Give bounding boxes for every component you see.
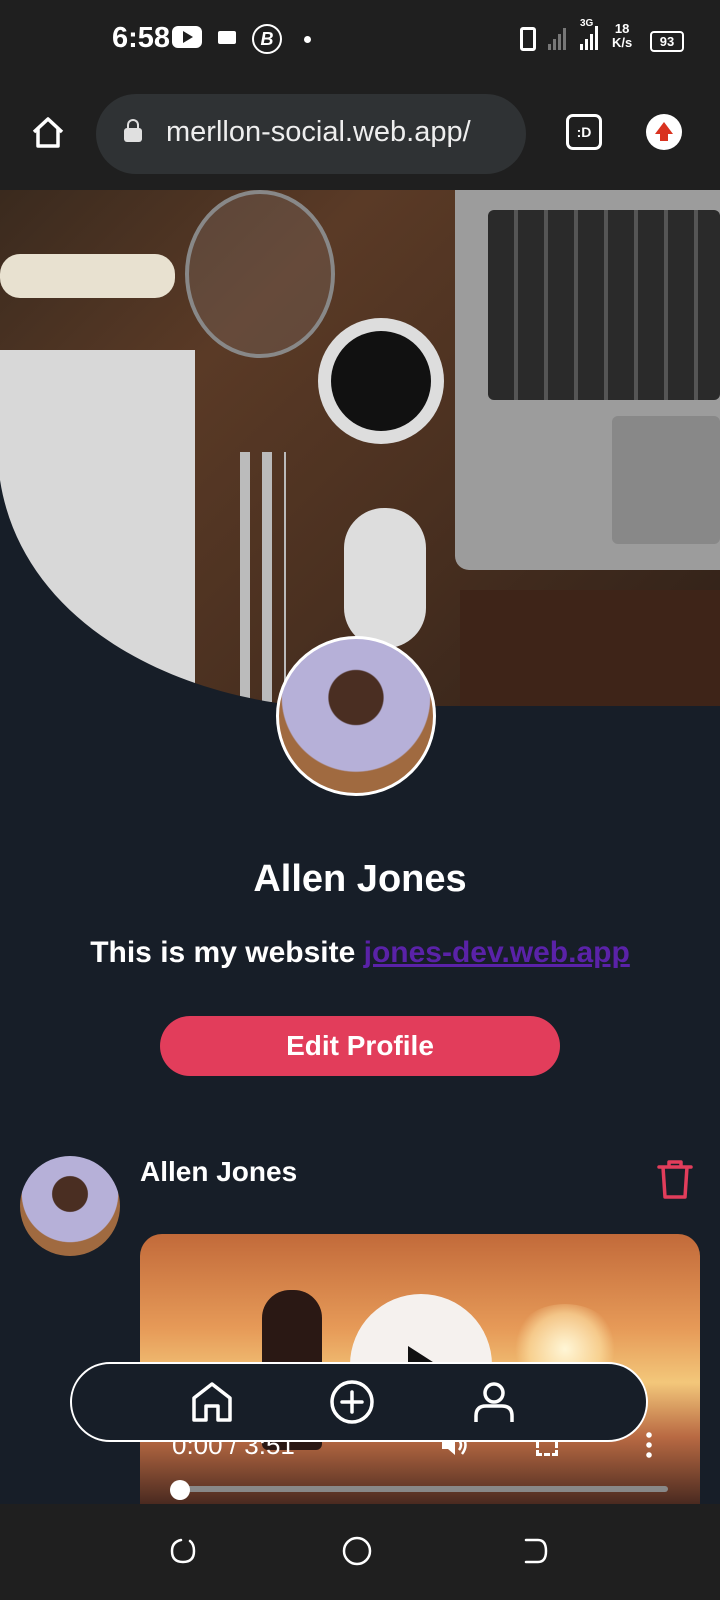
cover-image <box>0 190 720 706</box>
edit-profile-button[interactable]: Edit Profile <box>160 1016 560 1076</box>
message-icon <box>218 31 236 44</box>
bottom-nav <box>70 1362 648 1442</box>
home-icon[interactable] <box>188 1378 236 1426</box>
network-speed: 18 K/s <box>612 21 633 50</box>
home-circle-icon[interactable] <box>342 1536 372 1566</box>
profile-bio: This is my website jones-dev.web.app <box>0 936 720 970</box>
trash-icon[interactable] <box>656 1158 694 1200</box>
youtube-icon <box>172 26 202 48</box>
tabs-icon[interactable]: :D <box>566 114 602 150</box>
dot-icon <box>304 36 311 43</box>
bitcoin-icon: B <box>252 24 282 54</box>
system-nav-bar <box>0 1504 720 1600</box>
back-icon[interactable] <box>520 1536 550 1566</box>
network-type: 3G <box>580 18 594 29</box>
lock-icon <box>124 119 142 142</box>
status-time: 6:58 <box>112 22 171 54</box>
bio-link[interactable]: jones-dev.web.app <box>364 936 630 969</box>
post-avatar[interactable] <box>20 1156 120 1256</box>
profile-name: Allen Jones <box>253 858 467 900</box>
browser-toolbar: merllon-social.web.app/ :D <box>0 80 720 190</box>
post-author[interactable]: Allen Jones <box>140 1156 297 1188</box>
home-icon[interactable] <box>30 114 66 150</box>
signal-icon <box>548 22 566 50</box>
url-text[interactable]: merllon-social.web.app/ <box>166 116 471 149</box>
video-progress-knob[interactable] <box>170 1480 190 1500</box>
profile-avatar[interactable] <box>276 636 436 796</box>
add-circle-icon[interactable] <box>328 1378 376 1426</box>
upload-arrow-icon[interactable] <box>646 114 682 150</box>
video-progress-bar[interactable] <box>172 1486 668 1492</box>
recent-apps-icon[interactable] <box>168 1536 198 1566</box>
more-vertical-icon[interactable] <box>646 1430 652 1460</box>
bio-text: This is my website <box>90 936 356 969</box>
status-bar: 6:58 B 3G 18 K/s 93 <box>0 0 720 80</box>
user-icon[interactable] <box>470 1378 518 1426</box>
vibrate-icon <box>520 27 536 51</box>
url-bar[interactable]: merllon-social.web.app/ <box>96 94 526 174</box>
battery-icon: 93 <box>650 31 684 52</box>
